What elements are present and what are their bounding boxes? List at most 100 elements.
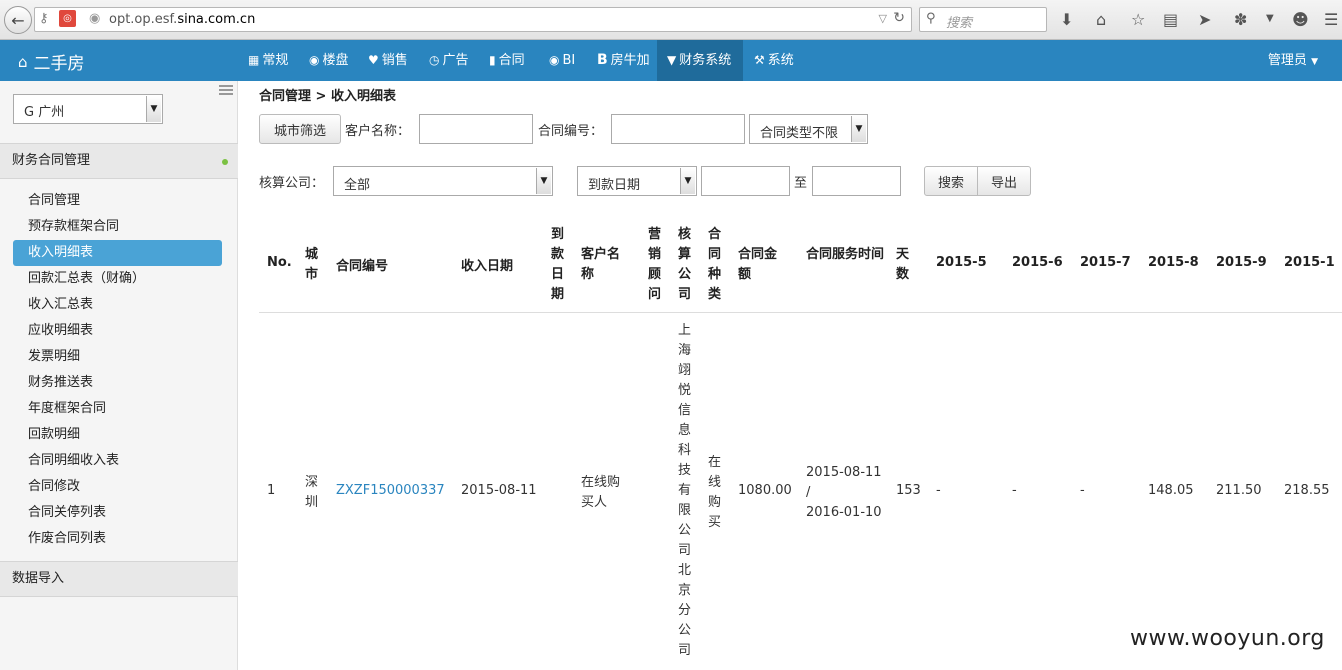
th-arrival-date: 到款日期 xyxy=(551,227,565,302)
td-2015-7: - xyxy=(1080,483,1085,498)
customer-name-input[interactable] xyxy=(419,114,533,144)
sidebar-item-contract-mgmt[interactable]: 合同管理 xyxy=(13,188,222,214)
url-text: opt.op.esf.sina.com.cn xyxy=(109,12,256,27)
export-button[interactable]: 导出 xyxy=(977,166,1031,196)
city-select-value: G 广州 xyxy=(24,105,65,120)
back-button[interactable]: ← xyxy=(4,6,32,34)
th-days: 天数 xyxy=(896,247,910,282)
contract-type-select[interactable]: 合同类型不限 ▼ xyxy=(749,114,868,144)
th-2015-9: 2015-9 xyxy=(1216,255,1267,270)
menu-icon[interactable]: ☰ xyxy=(1324,10,1338,29)
file-icon: ▮ xyxy=(489,53,496,67)
service-start: 2015-08-11 xyxy=(806,465,882,480)
dropdown-icon[interactable]: ▽ xyxy=(879,12,887,25)
sidebar-item-contract-closed[interactable]: 合同关停列表 xyxy=(13,500,222,526)
search-button[interactable]: 搜索 xyxy=(924,166,978,196)
sidebar-section-import[interactable]: 数据导入 xyxy=(0,561,238,597)
home-icon[interactable]: ⌂ xyxy=(1096,10,1106,29)
td-no: 1 xyxy=(267,483,276,498)
download-icon[interactable]: ⬇ xyxy=(1060,10,1073,29)
collapse-sidebar-icon[interactable] xyxy=(219,85,233,95)
th-no: No. xyxy=(267,255,292,270)
sidebar-item-receivable-detail[interactable]: 应收明细表 xyxy=(13,318,222,344)
sidebar-section-finance[interactable]: 财务合同管理 xyxy=(0,143,238,179)
service-sep: / xyxy=(806,485,811,500)
city-filter-button[interactable]: 城市筛选 xyxy=(259,114,341,144)
th-service-period: 合同服务时间 xyxy=(806,247,885,262)
th-sales-advisor: 营销顾问 xyxy=(648,227,662,302)
nav-item-bi[interactable]: ◉ BI xyxy=(549,40,575,81)
table-row: 1 深圳 ZXZF150000337 2015-08-11 在线购买人 上海翊悦… xyxy=(259,313,1342,670)
sidebar-item-invoice-detail[interactable]: 发票明细 xyxy=(13,344,222,370)
date-to-input[interactable] xyxy=(812,166,901,196)
date-to-label: 至 xyxy=(794,176,808,191)
contract-no-input[interactable] xyxy=(611,114,745,144)
sidebar-item-annual-framework[interactable]: 年度框架合同 xyxy=(13,396,222,422)
brand-title: 二手房 xyxy=(33,54,85,74)
td-service-period: 2015-08-11 / 2016-01-10 xyxy=(806,463,882,523)
main-content: 合同管理 > 收入明细表 城市筛选 客户名称： 合同编号： 合同类型不限 ▼ 核… xyxy=(238,81,1342,670)
td-2015-5: - xyxy=(936,483,941,498)
sidebar-item-contract-edit[interactable]: 合同修改 xyxy=(13,474,222,500)
td-city: 深圳 xyxy=(305,475,319,510)
chat-icon[interactable]: ☻ xyxy=(1292,10,1309,29)
sidebar-item-payment-summary[interactable]: 回款汇总表（财确） xyxy=(13,266,222,292)
service-end: 2016-01-10 xyxy=(806,505,882,520)
sidebar-item-income-summary[interactable]: 收入汇总表 xyxy=(13,292,222,318)
contract-link[interactable]: ZXZF150000337 xyxy=(336,483,445,498)
th-income-date: 收入日期 xyxy=(461,259,514,274)
send-icon[interactable]: ➤ xyxy=(1198,10,1211,29)
caret-down-icon: ▼ xyxy=(1311,57,1318,67)
chevron-down-icon[interactable]: ▼ xyxy=(1266,13,1274,24)
address-bar[interactable]: ⚷ ◎ ◉ opt.op.esf.sina.com.cn ▽ ↻ xyxy=(34,7,912,32)
nav-item-contracts[interactable]: ▮ 合同 xyxy=(489,40,525,81)
reading-list-icon[interactable]: ▤ xyxy=(1163,10,1178,29)
nav-item-system[interactable]: ⚒ 系统 xyxy=(754,40,794,81)
select-arrow-icon: ▼ xyxy=(851,116,866,142)
customer-name-label: 客户名称： xyxy=(345,124,411,139)
td-2015-9: 211.50 xyxy=(1216,483,1262,498)
nav-item-general[interactable]: ▦ 常规 xyxy=(248,40,288,81)
td-days: 153 xyxy=(896,483,921,498)
reload-icon[interactable]: ↻ xyxy=(893,10,905,26)
date-from-input[interactable] xyxy=(701,166,790,196)
b-icon: B xyxy=(597,52,608,68)
watermark: www.wooyun.org xyxy=(1130,626,1325,651)
th-city: 城市 xyxy=(305,247,319,282)
admin-menu[interactable]: 管理员 ▼ xyxy=(1268,40,1318,83)
sidebar-item-finance-push[interactable]: 财务推送表 xyxy=(13,370,222,396)
td-2015-8: 148.05 xyxy=(1148,483,1194,498)
bookmark-star-icon[interactable]: ☆ xyxy=(1131,10,1145,29)
sidebar-item-contract-income[interactable]: 合同明细收入表 xyxy=(13,448,222,474)
breadcrumb: 合同管理 > 收入明细表 xyxy=(259,89,396,104)
grid-icon: ▦ xyxy=(248,53,260,67)
search-placeholder: 搜索 xyxy=(946,16,973,31)
sidebar-item-income-detail[interactable]: 收入明细表 xyxy=(13,240,222,266)
sidebar-item-prepaid-framework[interactable]: 预存款框架合同 xyxy=(13,214,222,240)
sidebar-item-payment-detail[interactable]: 回款明细 xyxy=(13,422,222,448)
td-income-date: 2015-08-11 xyxy=(461,483,537,498)
td-contract-no[interactable]: ZXZF150000337 xyxy=(336,483,445,498)
search-icon: ⚲ xyxy=(926,11,936,26)
city-select[interactable]: G 广州 ▼ xyxy=(13,94,163,124)
nav-item-buildings[interactable]: ◉ 楼盘 xyxy=(309,40,349,81)
th-accounting-company: 核算公司 xyxy=(678,227,692,302)
nav-item-fangniujia[interactable]: B 房牛加 xyxy=(597,40,650,81)
status-dot-icon xyxy=(222,159,228,165)
browser-search-input[interactable]: ⚲ 搜索 xyxy=(919,7,1047,32)
company-select[interactable]: 全部 ▼ xyxy=(333,166,553,196)
td-contract-type: 在线购买 xyxy=(708,455,722,530)
th-customer-name: 客户名称 xyxy=(581,247,621,282)
select-arrow-icon: ▼ xyxy=(536,168,551,194)
filter-icon: ▼ xyxy=(667,53,677,67)
sidebar-item-contract-void[interactable]: 作废合同列表 xyxy=(13,526,222,552)
date-type-select[interactable]: 到款日期 ▼ xyxy=(577,166,697,196)
nav-item-ads[interactable]: ◷ 广告 xyxy=(429,40,469,81)
extension-icon[interactable]: ✽ xyxy=(1234,10,1247,29)
heart-icon: ♥ xyxy=(368,53,379,67)
nav-item-finance[interactable]: ▼ 财务系统 xyxy=(657,40,743,81)
table-header: No. 城市 合同编号 收入日期 到款日期 客户名称 营销顾问 核算公司 合同种… xyxy=(259,217,1342,313)
brand-link[interactable]: ⌂ 二手房 xyxy=(18,49,85,75)
nav-item-sales[interactable]: ♥ 销售 xyxy=(368,40,408,81)
td-customer-name: 在线购买人 xyxy=(581,475,621,510)
